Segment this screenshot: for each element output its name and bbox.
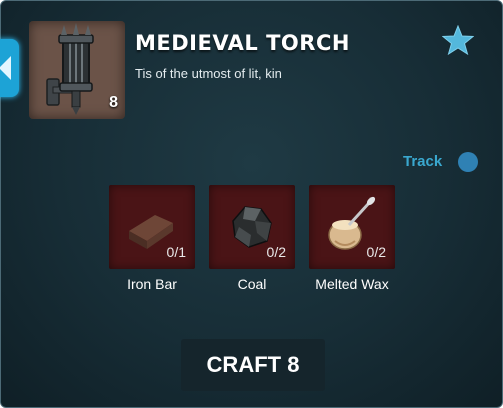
star-icon[interactable] bbox=[442, 25, 474, 55]
ingredient-count: 0/2 bbox=[266, 244, 286, 260]
ingredient-name: Melted Wax bbox=[315, 276, 389, 292]
ingredient-slot-coal[interactable]: 0/2 bbox=[209, 185, 295, 269]
ingredient-count: 0/2 bbox=[366, 244, 386, 260]
ingredient-name: Coal bbox=[237, 276, 267, 292]
item-title: MEDIEVAL TORCH bbox=[135, 31, 350, 55]
ingredient-slot-melted-wax[interactable]: 0/2 bbox=[309, 185, 395, 269]
track-toggle[interactable] bbox=[458, 152, 478, 172]
track-label[interactable]: Track bbox=[403, 153, 442, 170]
collapse-arrow-tab[interactable] bbox=[0, 39, 19, 97]
item-quantity: 8 bbox=[109, 94, 118, 111]
crafting-panel: 8 MEDIEVAL TORCH Tis of the utmost of li… bbox=[0, 0, 503, 408]
ingredient-name: Iron Bar bbox=[127, 276, 177, 292]
craft-button[interactable]: CRAFT 8 bbox=[181, 339, 325, 391]
ingredient-slot-iron-bar[interactable]: 0/1 bbox=[109, 185, 195, 269]
item-icon-slot: 8 bbox=[29, 21, 125, 119]
item-description: Tis of the utmost of lit, kin bbox=[135, 66, 282, 81]
ingredient-count: 0/1 bbox=[166, 244, 186, 260]
